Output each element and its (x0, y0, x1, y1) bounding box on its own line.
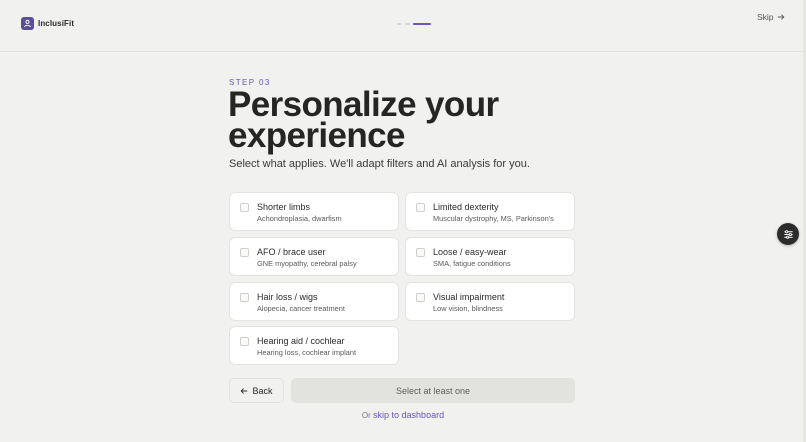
option-title: AFO / brace user (257, 247, 326, 257)
back-button[interactable]: Back (229, 378, 284, 403)
option-subtitle: SMA, fatigue conditions (433, 259, 511, 268)
option-title: Loose / easy-wear (433, 247, 507, 257)
option-subtitle: Alopecia, cancer treatment (257, 304, 345, 313)
skip-label: Skip (757, 12, 774, 22)
option-title: Hearing aid / cochlear (257, 336, 345, 346)
step-progress (397, 23, 431, 25)
arrow-right-icon (777, 14, 784, 20)
continue-button[interactable]: Select at least one (291, 378, 575, 403)
option-hair-loss-wigs[interactable]: Hair loss / wigs Alopecia, cancer treatm… (229, 282, 399, 321)
option-title: Shorter limbs (257, 202, 311, 212)
option-shorter-limbs[interactable]: Shorter limbs Achondroplasia, dwarfism (229, 192, 399, 231)
person-icon (21, 17, 34, 30)
option-loose-easy-wear[interactable]: Loose / easy-wear SMA, fatigue condition… (405, 237, 575, 276)
option-title: Visual impairment (433, 292, 505, 302)
option-checkbox[interactable] (240, 248, 249, 257)
skip-dashboard-line: Or skip to dashboard (0, 410, 806, 420)
option-checkbox[interactable] (416, 248, 425, 257)
option-subtitle: GNE myopathy, cerebral palsy (257, 259, 357, 268)
progress-step-3 (413, 23, 431, 25)
option-checkbox[interactable] (240, 337, 249, 346)
option-checkbox[interactable] (416, 203, 425, 212)
option-checkbox[interactable] (240, 203, 249, 212)
skip-to-dashboard-link[interactable]: skip to dashboard (373, 410, 444, 420)
option-checkbox[interactable] (416, 293, 425, 302)
option-subtitle: Low vision, blindness (433, 304, 503, 313)
option-visual-impairment[interactable]: Visual impairment Low vision, blindness (405, 282, 575, 321)
arrow-left-icon (241, 387, 248, 394)
page-title: Personalize your experience (228, 85, 499, 155)
back-label: Back (252, 385, 273, 396)
onboarding-screen: InclusiFit Skip STEP 03 Personalize your… (0, 0, 806, 442)
footer-prefix: Or (361, 411, 371, 420)
page-subtitle: Select what applies. We'll adapt filters… (229, 158, 530, 170)
progress-step-2 (405, 23, 410, 25)
option-title: Hair loss / wigs (257, 292, 318, 302)
option-title: Limited dexterity (433, 202, 499, 212)
progress-step-1 (397, 23, 402, 25)
option-subtitle: Muscular dystrophy, MS, Parkinson's (433, 214, 554, 223)
skip-button[interactable]: Skip (757, 12, 785, 22)
top-bar: InclusiFit Skip (0, 0, 806, 52)
option-limited-dexterity[interactable]: Limited dexterity Muscular dystrophy, MS… (405, 192, 575, 231)
brand-name: InclusiFit (38, 19, 75, 28)
settings-fab[interactable] (777, 223, 799, 245)
settings-sliders-icon (783, 229, 793, 239)
brand[interactable]: InclusiFit (21, 17, 74, 30)
option-afo-brace-user[interactable]: AFO / brace user GNE myopathy, cerebral … (229, 237, 399, 276)
option-subtitle: Achondroplasia, dwarfism (257, 214, 342, 223)
option-checkbox[interactable] (240, 293, 249, 302)
option-subtitle: Hearing loss, cochlear implant (257, 348, 356, 357)
option-hearing-aid-cochlear[interactable]: Hearing aid / cochlear Hearing loss, coc… (229, 326, 399, 365)
